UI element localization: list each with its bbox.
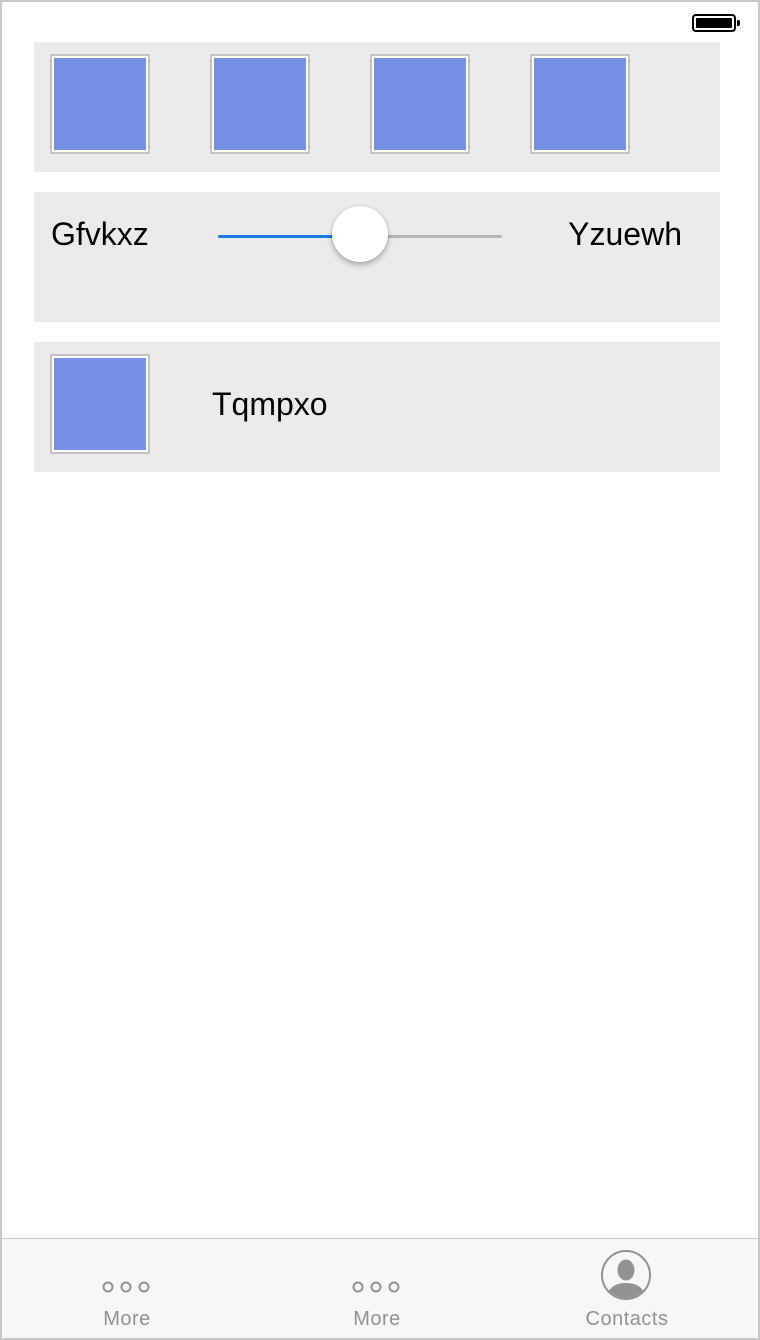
tab-label: More [103, 1308, 151, 1330]
image-placeholder-icon [54, 358, 146, 450]
slider-thumb[interactable] [332, 206, 388, 262]
tab-bar: More More Contacts [2, 1238, 758, 1338]
slider-min-label: Gfvkxz [51, 216, 149, 252]
image-thumbnail-2[interactable] [210, 54, 310, 154]
contacts-icon [502, 1250, 752, 1301]
slider-max-label: Yzuewh [568, 216, 682, 252]
image-placeholder-icon [534, 58, 626, 150]
image-thumbnail-3[interactable] [370, 54, 470, 154]
image-thumbnail-1[interactable] [50, 54, 150, 154]
more-icon [2, 1253, 252, 1301]
tab-more-2[interactable]: More [252, 1239, 502, 1338]
tab-more-1[interactable]: More [2, 1239, 252, 1338]
list-row[interactable]: Tqmpxo [34, 342, 720, 472]
status-bar [2, 2, 758, 42]
image-placeholder-icon [54, 58, 146, 150]
row-label: Tqmpxo [212, 386, 328, 422]
battery-cap [737, 20, 740, 26]
image-placeholder-icon [374, 58, 466, 150]
app-screen: Gfvkxz Yzuewh Tqmpxo More More Contacts [0, 0, 760, 1340]
tab-label: More [353, 1308, 401, 1330]
more-icon [252, 1253, 502, 1301]
battery-icon [692, 14, 736, 32]
tab-label: Contacts [585, 1308, 669, 1330]
image-thumbnail-4[interactable] [530, 54, 630, 154]
row-image [50, 354, 150, 454]
image-panel [34, 42, 720, 172]
slider-panel: Gfvkxz Yzuewh [34, 192, 720, 322]
image-placeholder-icon [214, 58, 306, 150]
tab-contacts[interactable]: Contacts [502, 1239, 752, 1338]
